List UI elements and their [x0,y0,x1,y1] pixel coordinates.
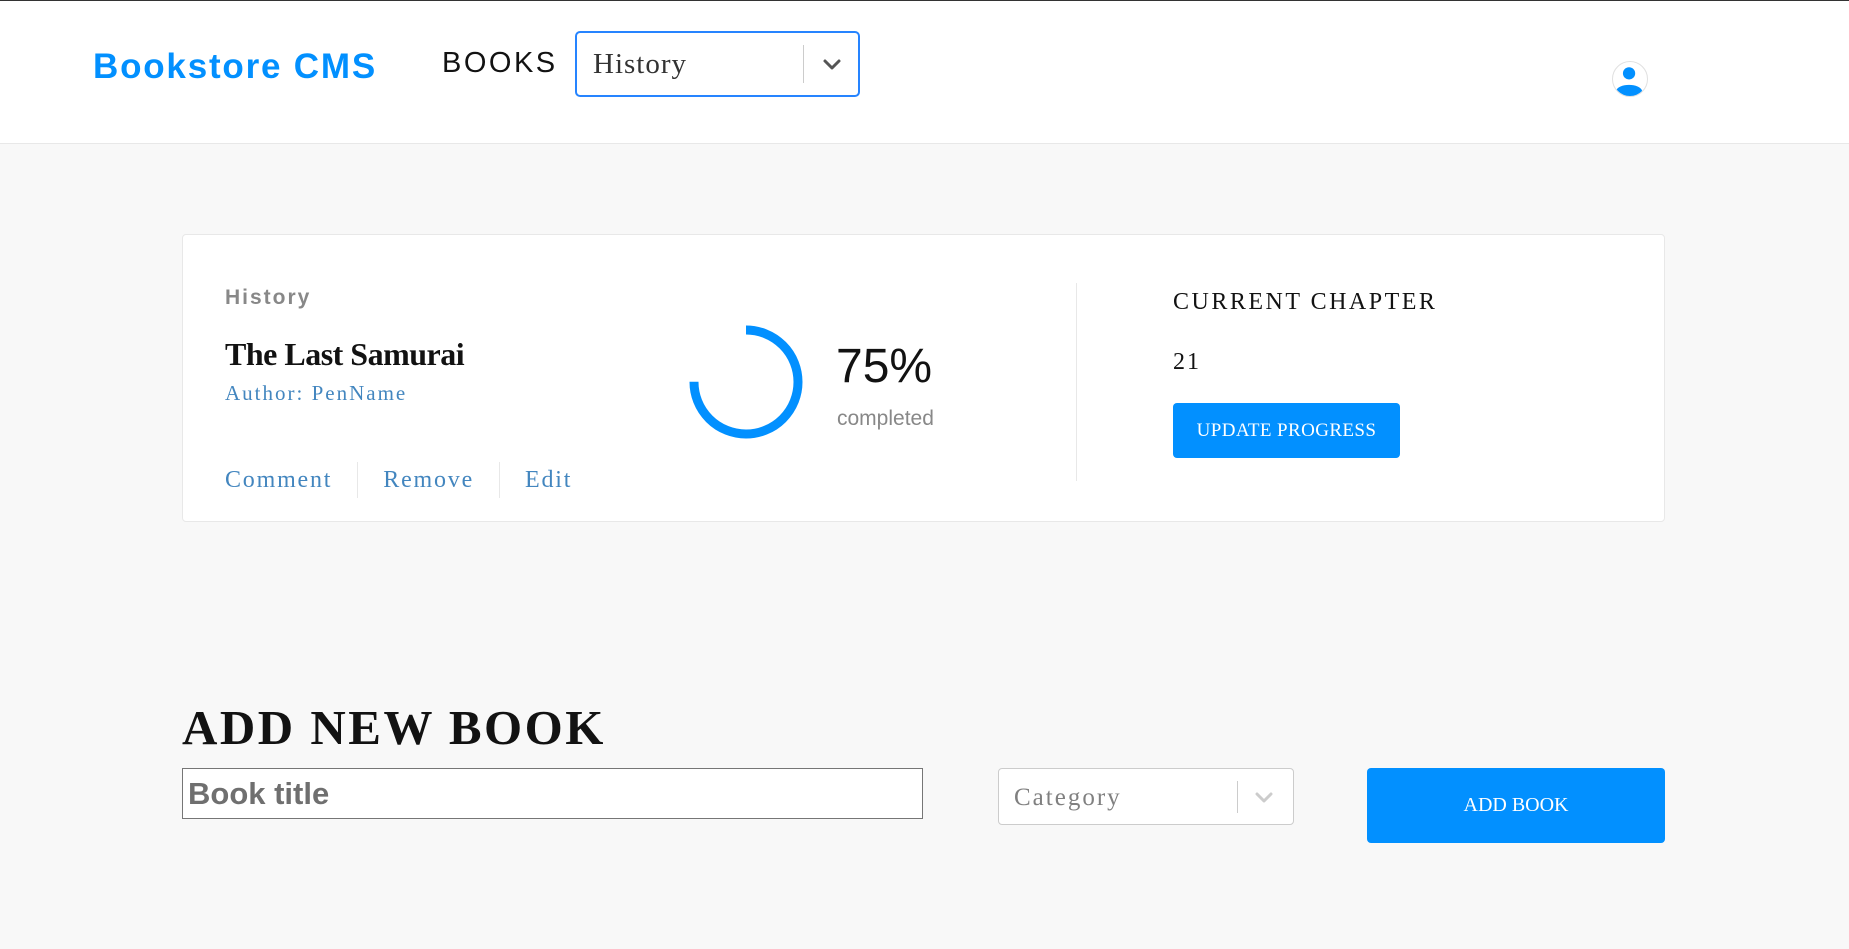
category-select[interactable]: Category [998,768,1294,825]
remove-button[interactable]: Remove [383,467,474,494]
book-actions: Comment Remove Edit [225,461,572,499]
user-circle-icon [1615,67,1643,96]
chevron-down-icon[interactable] [1250,783,1278,811]
edit-button[interactable]: Edit [525,467,572,494]
progress-percent: 75% [836,340,933,393]
progress-ring-arc [689,325,803,439]
action-divider [357,462,359,498]
app-logo[interactable]: Bookstore CMS [93,47,377,87]
card-divider [1076,283,1077,481]
add-book-button[interactable]: ADD BOOK [1367,768,1665,843]
book-title-input[interactable] [182,768,923,819]
book-card: History The Last Samurai Author: PenName… [182,234,1665,522]
category-filter-select[interactable]: History [575,31,860,97]
app-header: Bookstore CMS BOOKS History [0,1,1849,144]
nav-books-link[interactable]: BOOKS [442,47,558,80]
book-title: The Last Samurai [225,336,465,372]
category-placeholder: Category [1014,784,1122,811]
current-chapter-label: CURRENT CHAPTER [1173,289,1438,315]
comment-button[interactable]: Comment [225,467,332,494]
update-progress-button[interactable]: UPDATE PROGRESS [1173,403,1400,458]
progress-ring [689,325,803,439]
book-category: History [225,286,312,309]
category-filter-value: History [593,48,687,80]
select-divider [1237,781,1238,813]
select-divider [803,45,804,83]
progress-completed-label: completed [837,407,934,430]
action-divider [499,462,501,498]
chevron-down-icon[interactable] [817,49,847,79]
current-chapter-value: 21 [1173,349,1201,375]
add-book-heading: ADD NEW BOOK [182,700,606,755]
book-author[interactable]: Author: PenName [225,381,407,406]
user-avatar-icon[interactable] [1612,61,1648,97]
